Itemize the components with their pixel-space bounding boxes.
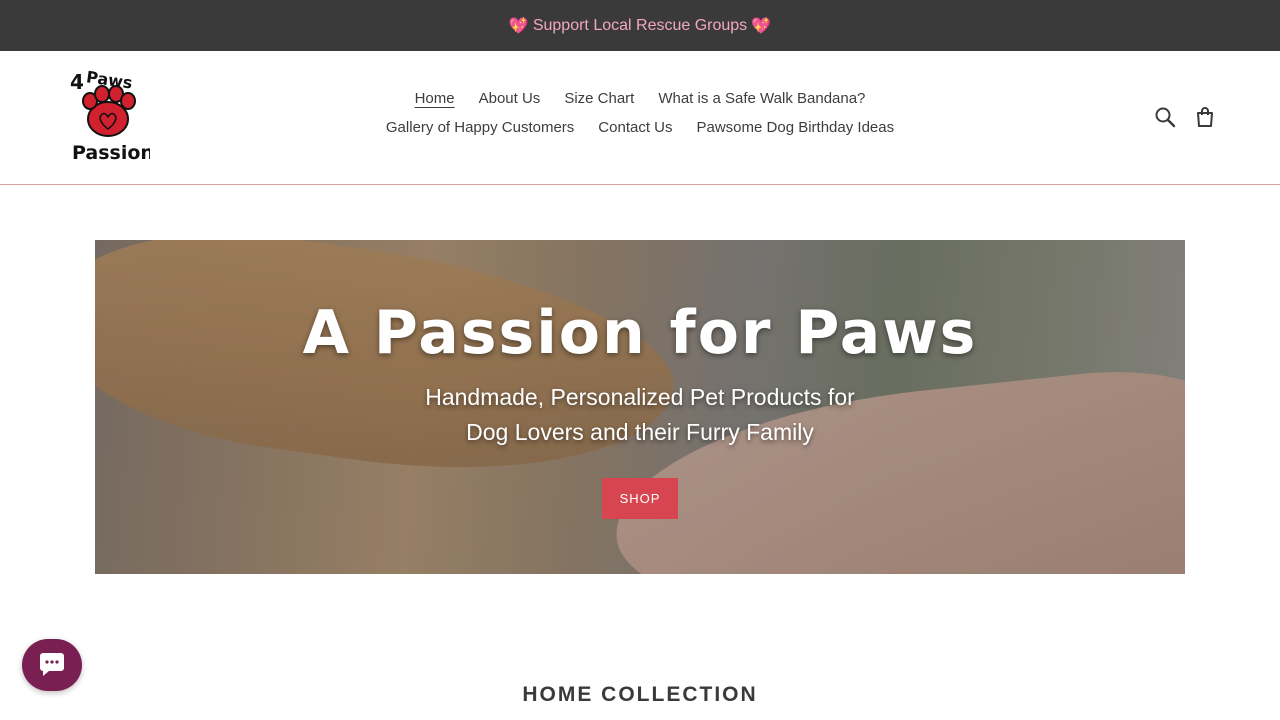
home-collection-title: HOME COLLECTION bbox=[522, 683, 758, 706]
nav-item-safe-walk-bandana[interactable]: What is a Safe Walk Bandana? bbox=[658, 89, 865, 109]
hero-subtitle: Handmade, Personalized Pet Products for … bbox=[390, 380, 890, 450]
svg-text:Paws: Paws bbox=[85, 67, 134, 92]
announcement-bar: 💖 Support Local Rescue Groups 💖 bbox=[0, 0, 1280, 51]
hero-subtitle-line-1: Handmade, Personalized Pet Products for bbox=[425, 384, 855, 410]
svg-text:4: 4 bbox=[70, 70, 84, 94]
nav-item-gallery[interactable]: Gallery of Happy Customers bbox=[386, 118, 574, 138]
hero-banner: A Passion for Paws Handmade, Personalize… bbox=[95, 240, 1185, 574]
nav-row-1: Home About Us Size Chart What is a Safe … bbox=[340, 89, 940, 109]
chat-button[interactable] bbox=[22, 639, 82, 691]
search-icon[interactable] bbox=[1154, 106, 1176, 128]
nav-item-home[interactable]: Home bbox=[415, 89, 455, 109]
hero-title: A Passion for Paws bbox=[302, 298, 978, 368]
heart-icon: 💖 bbox=[751, 17, 772, 35]
site-logo[interactable]: 4 Paws Passion bbox=[66, 67, 154, 167]
hero-subtitle-line-2: Dog Lovers and their Furry Family bbox=[466, 419, 814, 445]
heart-icon: 💖 bbox=[508, 17, 529, 35]
chat-icon bbox=[40, 653, 64, 676]
nav-item-about-us[interactable]: About Us bbox=[479, 89, 541, 109]
site-header: 4 Paws Passion Home About Us Size Chart … bbox=[0, 51, 1280, 185]
nav-item-birthday-ideas[interactable]: Pawsome Dog Birthday Ideas bbox=[697, 118, 895, 138]
nav-item-contact-us[interactable]: Contact Us bbox=[598, 118, 672, 138]
cart-icon[interactable] bbox=[1194, 106, 1216, 128]
shop-button[interactable]: SHOP bbox=[602, 478, 678, 519]
main-nav: Home About Us Size Chart What is a Safe … bbox=[340, 89, 940, 147]
announcement-text[interactable]: Support Local Rescue Groups bbox=[533, 17, 747, 35]
svg-text:Passion: Passion bbox=[72, 142, 150, 164]
header-icons bbox=[1154, 106, 1216, 128]
nav-item-size-chart[interactable]: Size Chart bbox=[564, 89, 634, 109]
nav-row-2: Gallery of Happy Customers Contact Us Pa… bbox=[340, 118, 940, 138]
